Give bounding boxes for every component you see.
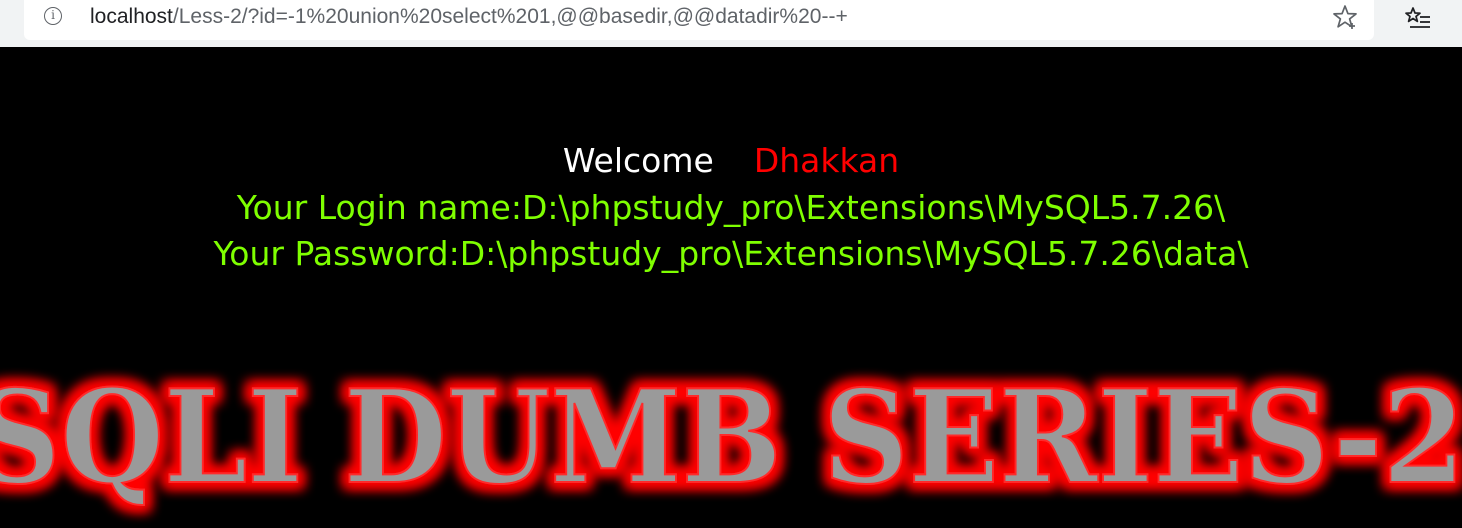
welcome-line: Welcome Dhakkan	[0, 139, 1462, 183]
url-host: localhost	[90, 5, 173, 28]
info-icon[interactable]: i	[44, 7, 62, 25]
reading-list-icon[interactable]	[1404, 4, 1432, 32]
star-icon[interactable]	[1331, 3, 1359, 31]
welcome-name: Dhakkan	[753, 141, 900, 180]
address-bar[interactable]: i localhost/Less-2/?id=-1%20union%20sele…	[24, 0, 1374, 40]
url-text[interactable]: localhost/Less-2/?id=-1%20union%20select…	[90, 5, 848, 29]
password-output: Your Password:D:\phpstudy_pro\Extensions…	[213, 234, 1249, 273]
url-path: /Less-2/?id=-1%20union%20select%201,@@ba…	[172, 5, 848, 28]
browser-toolbar: i localhost/Less-2/?id=-1%20union%20sele…	[0, 0, 1462, 47]
page-content: Welcome Dhakkan Your Login name:D:\phpstu…	[0, 47, 1462, 528]
welcome-text: Welcome	[562, 141, 714, 180]
sqli-dumb-series-banner: SQLI DUMB SERIES-2	[0, 362, 1462, 514]
banner-text: SQLI DUMB SERIES-2	[0, 363, 1462, 513]
login-name-output: Your Login name:D:\phpstudy_pro\Extensio…	[236, 188, 1226, 227]
